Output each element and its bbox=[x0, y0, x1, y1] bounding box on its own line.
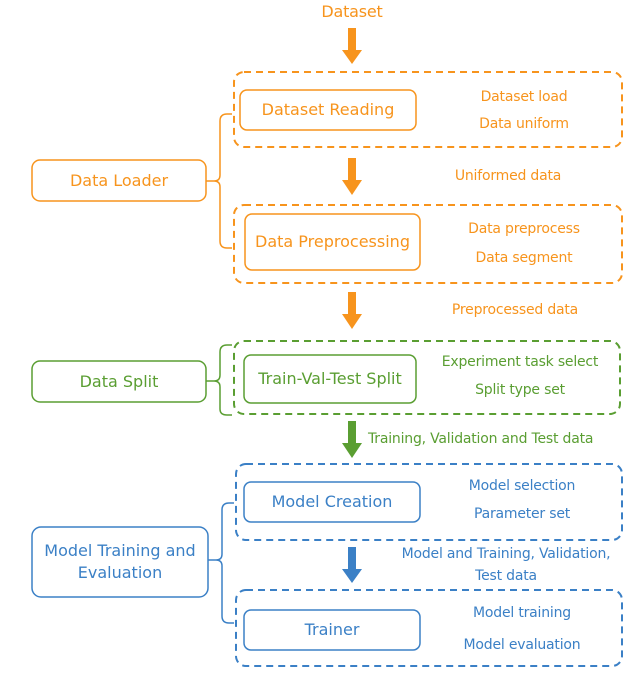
pipeline-diagram: Dataset Data Loader Dataset Reading Data… bbox=[0, 0, 640, 676]
input-label-dataset: Dataset bbox=[321, 2, 383, 21]
module-title-model-creation: Model Creation bbox=[271, 492, 393, 511]
arrow-creation-to-trainer bbox=[342, 547, 362, 583]
module-title-data-preprocessing: Data Preprocessing bbox=[255, 232, 410, 251]
function-model-selection: Model selection bbox=[468, 478, 576, 494]
function-dataset-load: Dataset load bbox=[480, 89, 568, 105]
stage-label-model-training: Model Training and Evaluation bbox=[44, 541, 196, 582]
arrow-split-to-training bbox=[342, 421, 362, 458]
module-title-train-val-test-split: Train-Val-Test Split bbox=[258, 369, 402, 388]
flow-label-model-and-data-line1: Model and Training, Validation, bbox=[401, 546, 611, 562]
flow-label-train-val-test-data: Training, Validation and Test data bbox=[368, 431, 594, 447]
function-data-preprocess: Data preprocess bbox=[468, 221, 580, 237]
module-title-dataset-reading: Dataset Reading bbox=[261, 100, 395, 119]
stage-label-data-split: Data Split bbox=[79, 371, 159, 391]
arrow-reading-to-preprocessing bbox=[342, 158, 362, 195]
function-experiment-task-select: Experiment task select bbox=[441, 354, 599, 370]
module-title-trainer: Trainer bbox=[304, 620, 360, 639]
brace-model-training bbox=[208, 502, 234, 624]
function-data-segment: Data segment bbox=[475, 250, 573, 266]
flow-label-model-and-data-line2: Test data bbox=[475, 568, 537, 584]
flow-label-uniformed-data: Uniformed data bbox=[454, 168, 562, 184]
arrow-dataset-to-reading bbox=[342, 28, 362, 64]
brace-data-loader bbox=[206, 113, 232, 249]
stage-label-data-loader: Data Loader bbox=[69, 170, 169, 190]
function-model-training: Model training bbox=[473, 605, 571, 621]
function-model-evaluation: Model evaluation bbox=[463, 637, 581, 653]
flow-label-preprocessed-data: Preprocessed data bbox=[451, 302, 579, 318]
function-data-uniform: Data uniform bbox=[479, 116, 569, 132]
brace-data-split bbox=[206, 344, 232, 416]
function-split-type-set: Split type set bbox=[475, 382, 565, 398]
arrow-preprocessing-to-split bbox=[342, 292, 362, 329]
function-parameter-set: Parameter set bbox=[473, 506, 571, 522]
